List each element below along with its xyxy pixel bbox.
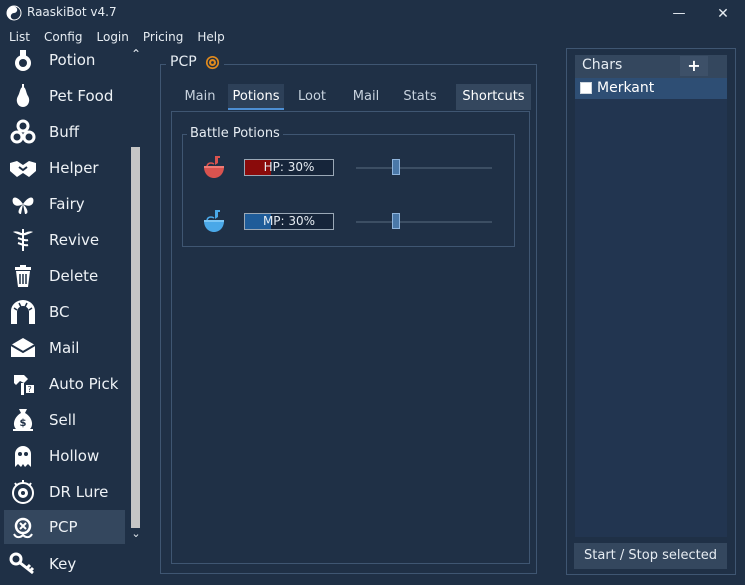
sidebar-item-key[interactable]: Key — [4, 547, 125, 581]
menu-bar: List Config Login Pricing Help — [0, 27, 745, 47]
caduceus-icon — [6, 223, 40, 257]
sidebar-scroll-up[interactable]: ⌃ — [129, 47, 143, 67]
hp-threshold-bar: HP: 30% — [244, 159, 334, 176]
menu-help[interactable]: Help — [190, 27, 231, 47]
claw-grab-icon: ? — [6, 367, 40, 401]
sidebar-item-potion[interactable]: Potion — [4, 47, 125, 77]
svg-text:?: ? — [28, 385, 32, 394]
fairy-icon — [6, 187, 40, 221]
envelope-icon — [6, 331, 40, 365]
sidebar-item-sell[interactable]: $ Sell — [4, 403, 125, 437]
menu-login[interactable]: Login — [90, 27, 136, 47]
sidebar-item-auto-pick[interactable]: ? Auto Pick — [4, 367, 125, 401]
sidebar-item-delete[interactable]: Delete — [4, 259, 125, 293]
sidebar-item-helper[interactable]: Helper — [4, 151, 125, 185]
hp-bar-text: HP: 30% — [263, 160, 315, 174]
pcp-coin-icon — [205, 55, 219, 69]
title-bar: RaaskiBot v4.7 — ✕ — [0, 0, 745, 27]
menu-list[interactable]: List — [2, 27, 37, 47]
menu-pricing[interactable]: Pricing — [136, 27, 190, 47]
hp-potion-icon — [204, 156, 224, 178]
close-icon: ✕ — [717, 5, 729, 22]
pcp-emblem-icon — [6, 510, 40, 544]
tab-mail[interactable]: Mail — [343, 84, 389, 110]
close-button[interactable]: ✕ — [703, 0, 743, 27]
sidebar-item-pet-food[interactable]: Pet Food — [4, 79, 125, 113]
chars-list[interactable] — [575, 55, 727, 537]
hp-slider-track[interactable] — [356, 167, 492, 169]
tab-main[interactable]: Main — [178, 84, 222, 110]
pcp-title-wrap: PCP — [166, 54, 224, 70]
tab-loot[interactable]: Loot — [290, 84, 334, 110]
sidebar-item-pcp[interactable]: PCP — [4, 510, 125, 544]
menu-config[interactable]: Config — [37, 27, 90, 47]
app-logo-icon — [6, 5, 22, 21]
mp-bar-text: MP: 30% — [262, 214, 316, 228]
sidebar-item-dr-lure[interactable]: DR Lure — [4, 475, 125, 509]
battle-potions-groupbox — [182, 134, 515, 247]
minimize-icon: — — [672, 6, 686, 21]
sidebar-item-hollow[interactable]: Hollow — [4, 439, 125, 473]
battle-potions-title: Battle Potions — [187, 126, 283, 141]
mp-slider-track[interactable] — [356, 221, 492, 223]
mp-slider-handle[interactable] — [392, 213, 400, 229]
sidebar-scroll-down[interactable]: ⌄ — [129, 527, 143, 547]
pcp-title: PCP — [170, 54, 197, 70]
sidebar-scrollbar[interactable] — [131, 147, 140, 528]
mp-potion-icon — [204, 210, 224, 232]
tab-shortcuts[interactable]: Shortcuts — [456, 84, 531, 110]
window-title: RaaskiBot v4.7 — [27, 5, 117, 19]
sidebar-item-mail[interactable]: Mail — [4, 331, 125, 365]
add-char-button[interactable]: + — [680, 56, 708, 76]
sidebar: Potion Pet Food Buff Helper Fairy Revive — [0, 47, 145, 585]
triskelion-icon — [6, 115, 40, 149]
svg-text:$: $ — [20, 418, 27, 429]
ghost-icon — [6, 439, 40, 473]
char-name: Merkant — [597, 80, 655, 96]
sidebar-item-bc[interactable]: BC — [4, 295, 125, 329]
potion-flask-icon — [6, 47, 40, 77]
sidebar-item-buff[interactable]: Buff — [4, 115, 125, 149]
mp-threshold-bar: MP: 30% — [244, 213, 334, 230]
start-stop-selected-button[interactable]: Start / Stop selected — [574, 543, 727, 569]
lure-eye-icon — [6, 475, 40, 509]
money-bag-icon: $ — [6, 403, 40, 437]
stone-arch-icon — [6, 295, 40, 329]
char-checkbox[interactable] — [580, 82, 592, 94]
minimize-button[interactable]: — — [659, 0, 699, 27]
tab-stats[interactable]: Stats — [396, 84, 444, 110]
key-icon — [6, 547, 40, 581]
tab-potions[interactable]: Potions — [228, 84, 284, 110]
sidebar-item-revive[interactable]: Revive — [4, 223, 125, 257]
trash-icon — [6, 259, 40, 293]
chars-title: Chars — [582, 57, 623, 73]
hp-slider-handle[interactable] — [392, 159, 400, 175]
pear-icon — [6, 79, 40, 113]
sidebar-item-fairy[interactable]: Fairy — [4, 187, 125, 221]
handshake-icon — [6, 151, 40, 185]
